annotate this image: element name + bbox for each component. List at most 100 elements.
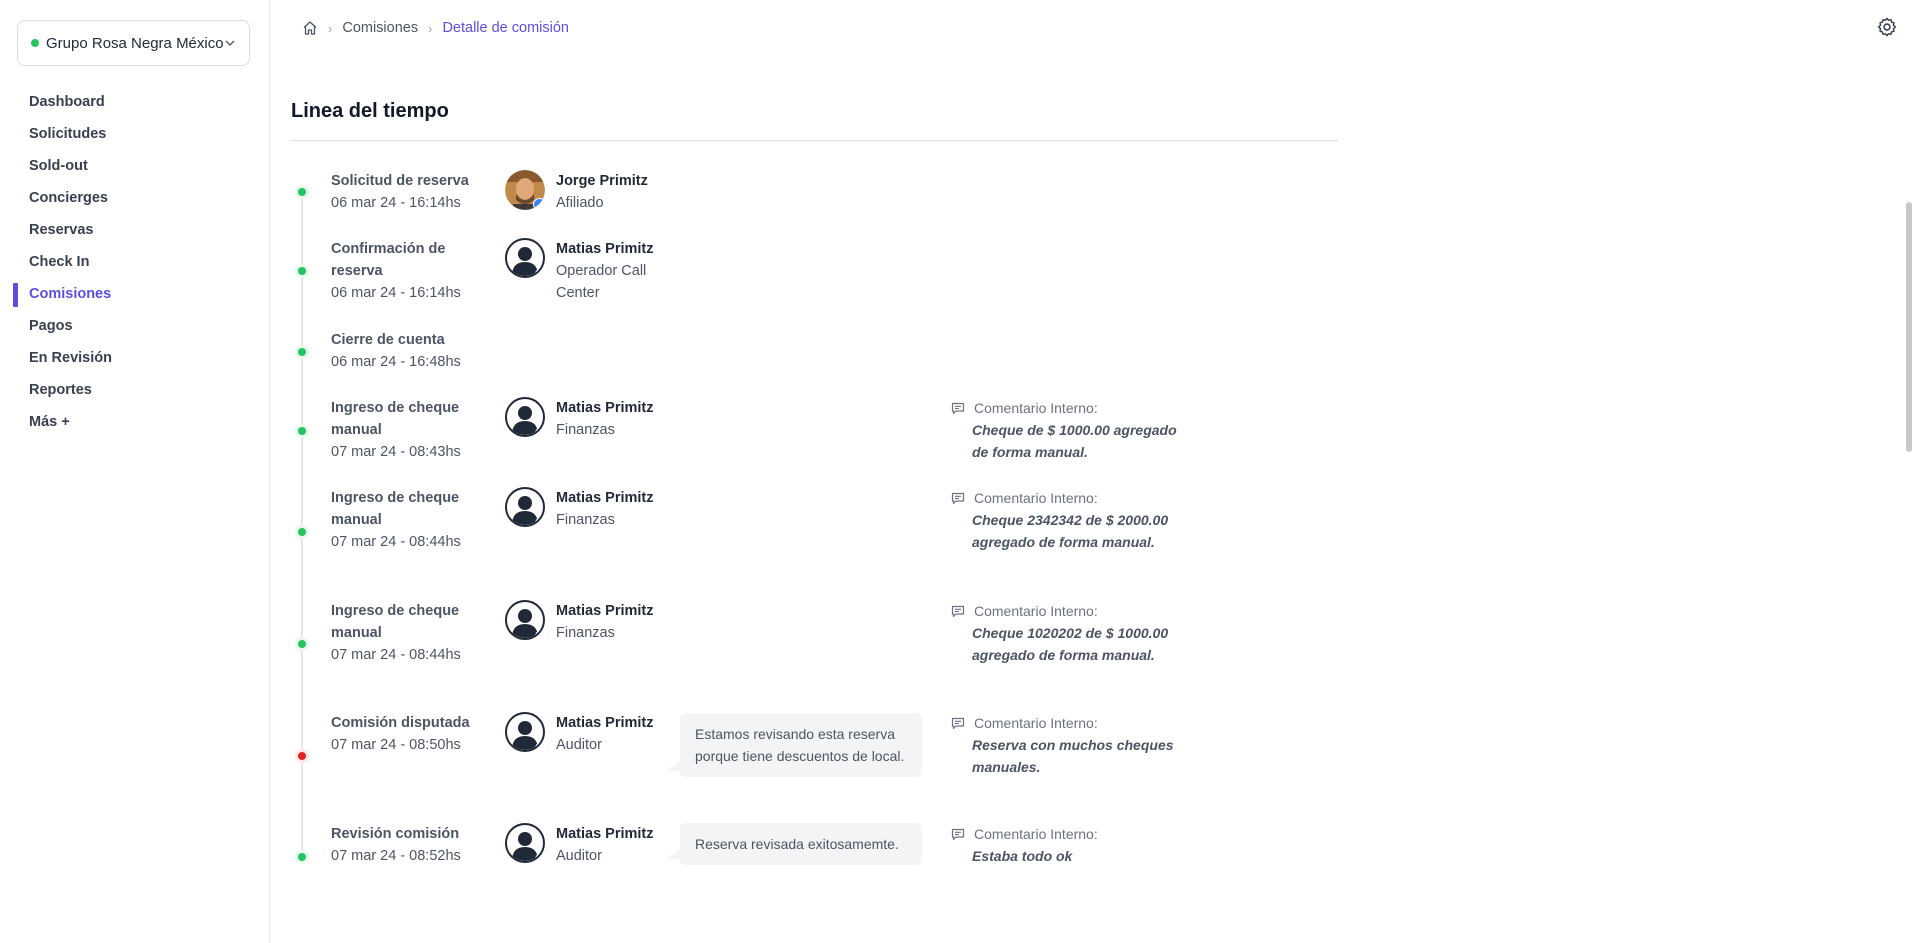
event-title: Confirmación de reserva 06 mar 24 - 16:1… — [331, 238, 461, 304]
event-date: 07 mar 24 - 08:44hs — [331, 647, 461, 663]
event-date: 06 mar 24 - 16:48hs — [331, 354, 461, 370]
comment-icon — [951, 401, 966, 415]
sidebar-item-en-revision[interactable]: En Revisión — [0, 342, 270, 374]
actor-info: Matias Primitz Finanzas — [556, 600, 676, 644]
comment-text: Reserva con muchos cheques manuales. — [972, 737, 1174, 775]
actor-info: Matias Primitz Auditor — [556, 712, 676, 756]
comment-label: Comentario Interno: — [974, 715, 1098, 731]
verified-icon — [535, 427, 543, 435]
verified-icon — [535, 853, 543, 861]
actor-info: Matias Primitz Finanzas — [556, 397, 676, 441]
actor-name: Matias Primitz — [556, 715, 654, 731]
event-date: 07 mar 24 - 08:43hs — [331, 444, 461, 460]
status-dot — [298, 348, 306, 356]
chevron-down-icon — [224, 36, 237, 50]
actor-role: Operador Call Center — [556, 263, 647, 301]
avatar — [505, 397, 545, 437]
comment-label: Comentario Interno: — [974, 400, 1098, 416]
comment-label: Comentario Interno: — [974, 826, 1098, 842]
chevron-right-icon: › — [328, 20, 333, 36]
sidebar-item-sold-out[interactable]: Sold-out — [0, 150, 270, 182]
home-icon[interactable] — [302, 20, 318, 36]
internal-comment: Comentario Interno: Cheque 1020202 de $ … — [951, 600, 1181, 666]
verified-icon — [535, 517, 543, 525]
event-title: Revisión comisión 07 mar 24 - 08:52hs — [331, 823, 476, 867]
event-date: 07 mar 24 - 08:52hs — [331, 848, 461, 864]
avatar — [505, 600, 545, 640]
verified-icon — [535, 268, 543, 276]
actor-name: Matias Primitz — [556, 490, 654, 506]
actor-info: Jorge Primitz Afiliado — [556, 170, 676, 214]
chevron-right-icon: › — [428, 20, 433, 36]
verified-icon — [533, 198, 545, 210]
actor-role: Finanzas — [556, 422, 615, 438]
breadcrumb-current: Detalle de comisión — [442, 20, 569, 36]
sidebar-item-reservas[interactable]: Reservas — [0, 214, 270, 246]
status-dot — [298, 640, 306, 648]
sidebar-item-solicitudes[interactable]: Solicitudes — [0, 118, 270, 150]
event-title: Cierre de cuenta 06 mar 24 - 16:48hs — [331, 329, 476, 373]
avatar — [505, 823, 545, 863]
sidebar-item-check-in[interactable]: Check In — [0, 246, 270, 278]
sidebar-item-concierges[interactable]: Concierges — [0, 182, 270, 214]
comment-label: Comentario Interno: — [974, 603, 1098, 619]
internal-comment: Comentario Interno: Reserva con muchos c… — [951, 712, 1181, 778]
internal-comment: Comentario Interno: Cheque de $ 1000.00 … — [951, 397, 1181, 463]
scroll-thumb[interactable] — [1906, 202, 1912, 452]
internal-comment: Comentario Interno: Cheque 2342342 de $ … — [951, 487, 1181, 553]
actor-info: Matias Primitz Finanzas — [556, 487, 676, 531]
page-scrollbar[interactable] — [1903, 66, 1915, 943]
comment-text: Cheque 2342342 de $ 2000.00 agregado de … — [972, 512, 1169, 550]
avatar — [505, 170, 545, 210]
comment-icon — [951, 716, 966, 730]
sidebar-item-pagos[interactable]: Pagos — [0, 310, 270, 342]
actor-role: Auditor — [556, 848, 602, 864]
actor-info: Matias Primitz Auditor — [556, 823, 676, 867]
status-dot — [298, 267, 306, 275]
verified-icon — [535, 742, 543, 750]
sidebar-item-comisiones[interactable]: Comisiones — [0, 278, 270, 310]
actor-name: Matias Primitz — [556, 603, 654, 619]
comment-icon — [951, 491, 966, 505]
sidebar-item-mas[interactable]: Más + — [0, 406, 270, 438]
status-dot — [31, 39, 39, 47]
actor-role: Afiliado — [556, 195, 604, 211]
breadcrumb-comisiones[interactable]: Comisiones — [342, 20, 418, 36]
comment-label: Comentario Interno: — [974, 490, 1098, 506]
avatar — [505, 238, 545, 278]
status-dot — [298, 188, 306, 196]
organization-selector[interactable]: Grupo Rosa Negra México — [17, 20, 250, 66]
actor-role: Finanzas — [556, 512, 615, 528]
event-date: 07 mar 24 - 08:50hs — [331, 737, 461, 753]
avatar — [505, 487, 545, 527]
status-dot — [298, 528, 306, 536]
comment-text: Cheque 1020202 de $ 1000.00 agregado de … — [972, 625, 1169, 663]
sidebar-item-dashboard[interactable]: Dashboard — [0, 86, 270, 118]
comment-icon — [951, 827, 966, 841]
actor-info: Matias Primitz Operador Call Center — [556, 238, 666, 304]
actor-name: Matias Primitz — [556, 400, 654, 416]
comment-icon — [951, 604, 966, 618]
message-bubble: Estamos revisando esta reserva porque ti… — [666, 713, 922, 777]
gear-icon[interactable] — [1876, 16, 1898, 38]
comment-text: Cheque de $ 1000.00 agregado de forma ma… — [972, 422, 1177, 460]
organization-name: Grupo Rosa Negra México — [46, 34, 224, 52]
status-dot — [298, 427, 306, 435]
event-date: 07 mar 24 - 08:44hs — [331, 534, 461, 550]
sidebar: Grupo Rosa Negra México Dashboard Solici… — [0, 0, 270, 943]
actor-name: Matias Primitz — [556, 241, 654, 257]
actor-name: Jorge Primitz — [556, 173, 648, 189]
status-dot — [298, 853, 306, 861]
actor-name: Matias Primitz — [556, 826, 654, 842]
sidebar-item-reportes[interactable]: Reportes — [0, 374, 270, 406]
timeline-title: Linea del tiempo — [291, 100, 449, 122]
comment-text: Estaba todo ok — [972, 848, 1073, 864]
status-dot — [298, 752, 306, 760]
event-title: Ingreso de cheque manual 07 mar 24 - 08:… — [331, 600, 466, 666]
event-title: Ingreso de cheque manual 07 mar 24 - 08:… — [331, 487, 466, 553]
verified-icon — [535, 630, 543, 638]
actor-role: Auditor — [556, 737, 602, 753]
event-title: Comisión disputada 07 mar 24 - 08:50hs — [331, 712, 476, 756]
sidebar-nav: Dashboard Solicitudes Sold-out Concierge… — [0, 86, 270, 438]
message-bubble: Reserva revisada exitosamemte. — [666, 823, 922, 865]
